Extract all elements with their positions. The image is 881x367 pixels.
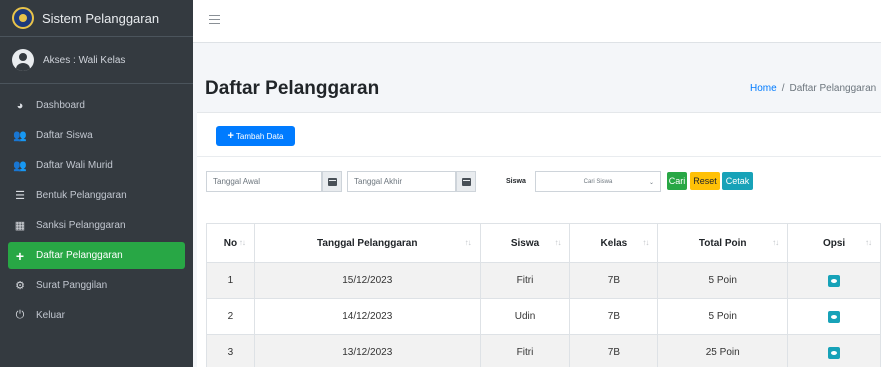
- brand[interactable]: Sistem Pelanggaran: [0, 0, 193, 37]
- brand-title: Sistem Pelanggaran: [42, 10, 160, 26]
- user-avatar-icon: [12, 49, 34, 71]
- breadcrumb-current: Daftar Pelanggaran: [789, 83, 877, 94]
- cell-kelas: 7B: [569, 334, 659, 367]
- cell-kelas: 7B: [569, 298, 659, 335]
- sidebar-item-label: Daftar Wali Murid: [36, 160, 113, 171]
- cell-poin: 25 Poin: [657, 334, 789, 367]
- sidebar-item-label: Daftar Pelanggaran: [36, 250, 123, 261]
- sidebar-item-daftar-siswa[interactable]: 👥 Daftar Siswa: [8, 122, 185, 149]
- sidebar-item-label: Daftar Siswa: [36, 130, 93, 141]
- sidebar-item-label: Dashboard: [36, 100, 85, 111]
- sidebar-item-keluar[interactable]: ⏻ Keluar: [8, 302, 185, 329]
- end-date-input[interactable]: Tanggal Akhir: [347, 171, 456, 192]
- cell-tanggal: 15/12/2023: [253, 262, 481, 299]
- breadcrumb: Home / Daftar Pelanggaran: [750, 83, 876, 94]
- column-header-opsi[interactable]: Opsi ↑↓: [787, 223, 881, 263]
- users-icon: 👥: [13, 160, 27, 172]
- cell-kelas: 7B: [569, 262, 659, 299]
- view-eye-icon[interactable]: [828, 310, 841, 323]
- column-header-kelas[interactable]: Kelas ↑↓: [569, 223, 659, 263]
- column-header-total-poin[interactable]: Total Poin ↑↓: [657, 223, 789, 263]
- breadcrumb-separator: /: [781, 83, 785, 94]
- cell-tanggal: 14/12/2023: [253, 298, 481, 335]
- power-icon: ⏻: [15, 309, 25, 321]
- chevron-down-icon: ⌄: [648, 180, 654, 186]
- cell-opsi: [787, 262, 881, 299]
- sort-icon[interactable]: ↑↓: [772, 238, 779, 247]
- sidebar-item-label: Sanksi Pelanggaran: [36, 220, 126, 231]
- sidebar-item-daftar-wali-murid[interactable]: 👥 Daftar Wali Murid: [8, 152, 185, 179]
- cell-poin: 5 Poin: [657, 262, 789, 299]
- menu-toggle-icon[interactable]: [209, 15, 220, 24]
- sidebar-item-dashboard[interactable]: ◕ Dashboard: [8, 92, 185, 119]
- cell-opsi: [787, 298, 881, 335]
- cell-poin: 5 Poin: [657, 298, 789, 335]
- column-header-tanggal[interactable]: Tanggal Pelanggaran ↑↓: [253, 223, 481, 263]
- add-data-label: Tambah Data: [235, 131, 284, 141]
- sidebar-item-surat-panggilan[interactable]: ⚙ Surat Panggilan: [8, 272, 185, 299]
- cell-siswa: Udin: [479, 298, 571, 335]
- view-eye-icon[interactable]: [828, 346, 841, 359]
- cell-no: 3: [206, 334, 255, 367]
- user-panel: Akses : Wali Kelas: [0, 37, 193, 84]
- sidebar-item-daftar-pelanggaran[interactable]: + Daftar Pelanggaran: [8, 242, 185, 269]
- sidebar-item-bentuk-pelanggaran[interactable]: ☰ Bentuk Pelanggaran: [8, 182, 185, 209]
- sort-icon[interactable]: ↑↓: [642, 238, 649, 247]
- breadcrumb-home-link[interactable]: Home: [750, 83, 777, 94]
- cell-no: 2: [206, 298, 255, 335]
- table-row: 2 14/12/2023 Udin 7B 5 Poin: [206, 298, 881, 335]
- user-role: Akses : Wali Kelas: [43, 54, 126, 66]
- column-header-siswa[interactable]: Siswa ↑↓: [479, 223, 571, 263]
- sort-icon[interactable]: ↑↓: [865, 238, 872, 247]
- sort-icon[interactable]: ↑↓: [239, 238, 246, 247]
- sidebar-item-label: Surat Panggilan: [36, 280, 108, 291]
- cell-no: 1: [206, 262, 255, 299]
- sort-icon[interactable]: ↑↓: [554, 238, 561, 247]
- content-card: + Tambah Data Tanggal Awal Tanggal Akhir…: [197, 112, 881, 367]
- topbar: [193, 0, 881, 43]
- plus-icon: +: [227, 130, 234, 142]
- users-icon: 👥: [13, 130, 27, 142]
- siswa-select-value: Cari Siswa: [583, 178, 613, 185]
- siswa-select[interactable]: Cari Siswa ⌄: [535, 171, 661, 192]
- sidebar: Sistem Pelanggaran Akses : Wali Kelas ◕ …: [0, 0, 193, 367]
- reset-button[interactable]: Reset: [690, 172, 720, 190]
- plus-icon: +: [15, 247, 25, 264]
- cogs-icon: ⚙: [15, 280, 25, 292]
- sort-icon[interactable]: ↑↓: [465, 238, 472, 247]
- table-icon: ▦: [14, 220, 26, 232]
- table-row: 1 15/12/2023 Fitri 7B 5 Poin: [206, 262, 881, 299]
- cell-siswa: Fitri: [479, 262, 571, 299]
- sidebar-item-label: Bentuk Pelanggaran: [36, 190, 127, 201]
- list-icon: ☰: [15, 190, 25, 202]
- add-data-button[interactable]: + Tambah Data: [216, 126, 295, 146]
- calendar-icon[interactable]: [322, 171, 342, 192]
- sidebar-item-label: Keluar: [36, 310, 65, 321]
- table-header-row: No ↑↓ Tanggal Pelanggaran ↑↓ Siswa ↑↓ Kelas…: [206, 223, 881, 263]
- search-button[interactable]: Cari: [667, 172, 687, 190]
- school-logo-icon: [12, 7, 34, 29]
- siswa-label: Siswa: [506, 178, 526, 185]
- violations-table: No ↑↓ Tanggal Pelanggaran ↑↓ Siswa ↑↓ Kelas…: [206, 223, 881, 367]
- page-title: Daftar Pelanggaran: [205, 78, 380, 99]
- tachometer-icon: ◕: [16, 99, 24, 112]
- cell-siswa: Fitri: [479, 334, 571, 367]
- table-row: 3 13/12/2023 Fitri 7B 25 Poin: [206, 334, 881, 367]
- divider: [197, 156, 881, 157]
- sidebar-nav: ◕ Dashboard 👥 Daftar Siswa 👥 Daftar Wali…: [0, 84, 193, 329]
- cell-tanggal: 13/12/2023: [253, 334, 481, 367]
- view-eye-icon[interactable]: [828, 274, 841, 287]
- column-header-no[interactable]: No ↑↓: [206, 223, 255, 263]
- calendar-icon[interactable]: [456, 171, 476, 192]
- start-date-input[interactable]: Tanggal Awal: [206, 171, 322, 192]
- sidebar-item-sanksi-pelanggaran[interactable]: ▦ Sanksi Pelanggaran: [8, 212, 185, 239]
- cell-opsi: [787, 334, 881, 367]
- print-button[interactable]: Cetak: [722, 172, 753, 190]
